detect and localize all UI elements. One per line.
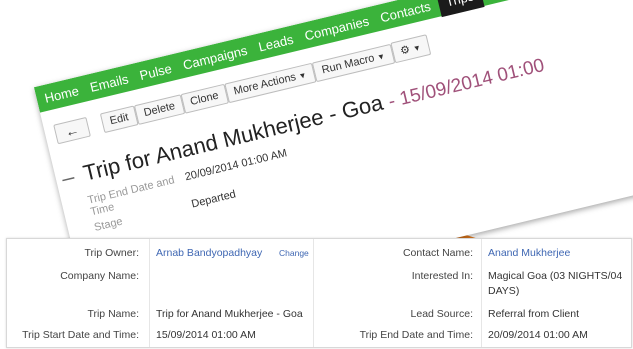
nav-home[interactable]: Home — [43, 83, 80, 106]
change-owner-link[interactable]: Change — [279, 248, 309, 258]
company-name-label: Company Name: — [60, 270, 139, 282]
column-divider — [481, 239, 482, 347]
lead-source-label: Lead Source: — [410, 308, 473, 320]
edit-button[interactable]: Edit — [99, 104, 139, 133]
column-divider — [149, 239, 150, 347]
trip-owner-label: Trip Owner: — [84, 247, 139, 259]
contact-name-label: Contact Name: — [402, 247, 473, 259]
arrow-left-icon: ← — [63, 120, 81, 140]
run-macro-label: Run Macro — [320, 51, 376, 76]
delete-button[interactable]: Delete — [133, 93, 185, 125]
column-divider — [313, 239, 314, 347]
nav-emails[interactable]: Emails — [88, 71, 129, 95]
caret-down-icon: ▼ — [376, 51, 386, 62]
nav-leads[interactable]: Leads — [257, 31, 295, 54]
collapse-icon[interactable]: – — [59, 164, 77, 192]
more-actions-label: More Actions — [232, 70, 298, 98]
caret-down-icon: ▼ — [297, 69, 308, 81]
back-button[interactable]: ← — [53, 116, 91, 144]
lead-source-value: Referral from Client — [488, 308, 580, 320]
trip-start-label: Trip Start Date and Time: — [22, 329, 139, 341]
trip-details-table: Trip Owner: Arnab Bandyopadhyay Change C… — [6, 238, 632, 348]
trip-end-value: 20/09/2014 01:00 AM — [488, 329, 588, 341]
contact-name-link[interactable]: Anand Mukherjee — [488, 247, 570, 259]
nav-pulse[interactable]: Pulse — [138, 60, 173, 82]
gear-icon: ⚙ — [399, 43, 412, 58]
trip-end-label: Trip End Date and Time: — [359, 329, 473, 341]
trip-owner-link[interactable]: Arnab Bandyopadhyay — [156, 247, 262, 259]
trip-start-value: 15/09/2014 01:00 AM — [156, 329, 256, 341]
trip-name-value: Trip for Anand Mukherjee - Goa — [156, 308, 303, 320]
interested-in-value-line1: Magical Goa (03 NIGHTS/04 — [488, 270, 623, 282]
trip-name-label: Trip Name: — [87, 308, 139, 320]
settings-button[interactable]: ⚙▼ — [390, 34, 431, 64]
caret-down-icon: ▼ — [412, 42, 422, 54]
interested-in-value-line2: DAYS) — [488, 285, 520, 297]
interested-in-label: Interested In: — [411, 270, 473, 282]
clone-button[interactable]: Clone — [180, 83, 229, 114]
